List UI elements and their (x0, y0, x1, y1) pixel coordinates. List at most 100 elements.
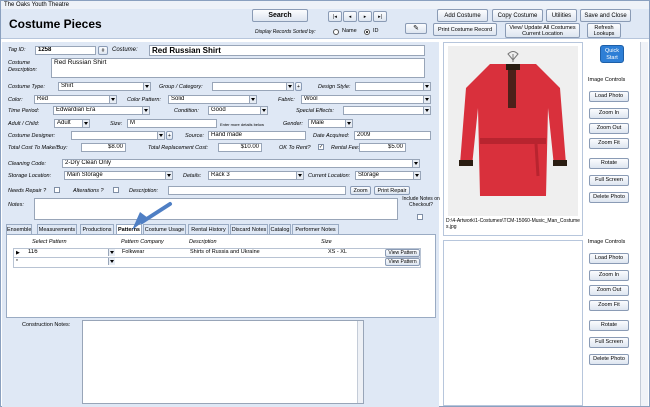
special-effects-dropdown[interactable] (343, 106, 431, 115)
include-notes-checkbox[interactable] (417, 214, 423, 220)
zoom-in-button-2[interactable]: Zoom In (589, 270, 629, 281)
tab-productions[interactable]: Productions (80, 224, 114, 234)
color-pattern-dropdown[interactable]: Solid (168, 95, 257, 104)
rotate-button-2[interactable]: Rotate (589, 320, 629, 331)
full-screen-button-2[interactable]: Full Screen (589, 337, 629, 348)
scrollbar[interactable] (357, 321, 363, 403)
nav-next-button[interactable]: ▸ (358, 11, 372, 22)
condition-dropdown[interactable]: Good (208, 106, 268, 115)
zoom-out-button[interactable]: Zoom Out (589, 123, 629, 134)
zoom-fit-button[interactable]: Zoom Fit (589, 138, 629, 149)
nav-first-button[interactable]: |◂ (328, 11, 342, 22)
tab-catalog[interactable]: Catalog (269, 224, 291, 234)
costume-type-dropdown[interactable]: Shirt (58, 82, 151, 91)
ok-to-rent-label: OK To Rent? (279, 145, 311, 151)
tab-measurements[interactable]: Measurements (37, 224, 77, 234)
tab-discard-notes[interactable]: Discard Notes (230, 224, 268, 234)
details-label: Details: (183, 173, 202, 179)
table-row[interactable]: ▶ 116 Folkwear Shirts of Russia and Ukra… (13, 248, 421, 258)
nav-prev-button[interactable]: ◂ (343, 11, 357, 22)
pencil-icon: ✎ (413, 24, 419, 32)
select-pattern-dropdown[interactable] (26, 258, 115, 266)
copy-costume-button[interactable]: Copy Costume (492, 9, 543, 22)
replacement-cost-field[interactable]: $10.00 (218, 143, 262, 152)
design-style-dropdown[interactable] (355, 82, 431, 91)
edit-button[interactable]: ✎ (405, 23, 427, 34)
quick-start-button[interactable]: Quick Start (600, 45, 624, 63)
repair-description-field[interactable] (168, 186, 346, 195)
current-location-dropdown[interactable]: Storage (355, 171, 421, 180)
sort-id-radio[interactable] (364, 29, 370, 35)
cleaning-code-dropdown[interactable]: 2-Dry Clean Only (62, 159, 420, 168)
rental-fee-field[interactable]: $5.00 (359, 143, 406, 152)
cleaning-code-label: Cleaning Code: (8, 161, 46, 167)
image-controls-label: Image Controls (588, 77, 626, 83)
delete-photo-button[interactable]: Delete Photo (589, 192, 629, 203)
color-dropdown[interactable]: Red (34, 95, 117, 104)
print-costume-record-button[interactable]: Print Costume Record (433, 23, 497, 36)
costume-description-field[interactable]: Red Russian Shirt (51, 58, 425, 78)
pointer-arrow-icon (132, 202, 172, 230)
pattern-description-cell: Shirts of Russia and Ukraine (190, 249, 260, 255)
total-cost-field[interactable]: $8.00 (81, 143, 126, 152)
zoom-out-button-2[interactable]: Zoom Out (589, 285, 629, 296)
zoom-fit-button-2[interactable]: Zoom Fit (589, 300, 629, 311)
source-field[interactable]: Hand made (208, 131, 306, 140)
col-size: Size (321, 239, 332, 245)
main-form: Tag ID: 1258 # Costume: Red Russian Shir… (2, 42, 440, 407)
utilities-button[interactable]: Utilities (546, 9, 577, 22)
col-description: Description (189, 239, 217, 245)
photo-panel: D:\4-Artwork\1-Costumes\TCM-15060-Music_… (443, 42, 583, 236)
rotate-button[interactable]: Rotate (589, 158, 629, 169)
color-pattern-label: Color Pattern: (127, 97, 161, 103)
group-category-dropdown[interactable] (212, 82, 294, 91)
total-cost-label: Total Cost To Make/Buy: (8, 145, 68, 151)
load-photo-button-2[interactable]: Load Photo (589, 253, 629, 264)
view-pattern-button[interactable]: View Pattern (385, 249, 420, 257)
load-photo-button[interactable]: Load Photo (589, 91, 629, 102)
tab-rental-history[interactable]: Rental History (188, 224, 229, 234)
add-costume-button[interactable]: Add Costume (437, 9, 488, 22)
design-style-label: Design Style: (318, 84, 351, 90)
select-pattern-dropdown[interactable]: 116 (26, 249, 115, 257)
tag-id-field[interactable]: 1258 (35, 46, 96, 55)
save-close-button[interactable]: Save and Close (580, 9, 631, 22)
repair-description-label: Description: (129, 188, 159, 194)
ok-to-rent-checkbox[interactable]: ✓ (318, 144, 324, 150)
tab-performer-notes[interactable]: Performer Notes (292, 224, 339, 234)
form-scrollbar[interactable] (640, 42, 648, 406)
designer-add-button[interactable]: + (166, 131, 173, 140)
tab-ensemble[interactable]: Ensemble (6, 224, 32, 234)
refresh-lookups-button[interactable]: Refresh Lookups (587, 23, 621, 38)
notes-field[interactable] (34, 198, 398, 220)
table-row[interactable]: * View Pattern (13, 258, 421, 268)
pattern-size-cell: XS - XL (328, 249, 347, 255)
alterations-checkbox[interactable] (113, 187, 119, 193)
view-update-locations-button[interactable]: View/ Update All Costumes Current Locati… (505, 23, 580, 38)
sort-name-radio[interactable] (333, 29, 339, 35)
gender-dropdown[interactable]: Male (308, 119, 353, 128)
search-button[interactable]: Search (252, 9, 308, 22)
view-pattern-button[interactable]: View Pattern (385, 258, 420, 266)
storage-location-dropdown[interactable]: Main Storage (64, 171, 173, 180)
tag-number-button[interactable]: # (98, 46, 108, 55)
costume-designer-dropdown[interactable] (71, 131, 165, 140)
needs-repair-checkbox[interactable] (54, 187, 60, 193)
full-screen-button[interactable]: Full Screen (589, 175, 629, 186)
date-acquired-field[interactable]: 2009 (354, 131, 431, 140)
adult-child-dropdown[interactable]: Adult (54, 119, 90, 128)
print-repair-button[interactable]: Print Repair (374, 186, 410, 195)
zoom-in-button[interactable]: Zoom In (589, 108, 629, 119)
details-dropdown[interactable]: Rack 3 (208, 171, 304, 180)
photo-path: D:\4-Artwork\1-Costumes\TCM-15060-Music_… (446, 218, 580, 230)
time-period-dropdown[interactable]: Edwardian Era (53, 106, 150, 115)
nav-last-button[interactable]: ▸| (373, 11, 387, 22)
size-field[interactable]: M (127, 119, 217, 128)
group-add-button[interactable]: + (295, 82, 302, 91)
fabric-dropdown[interactable]: Wool (301, 95, 431, 104)
costume-description-label: Costume Description: (8, 60, 38, 73)
costume-name-field[interactable]: Red Russian Shirt (149, 45, 425, 56)
construction-notes-field[interactable] (82, 320, 364, 404)
delete-photo-button-2[interactable]: Delete Photo (589, 354, 629, 365)
zoom-button[interactable]: Zoom (350, 186, 371, 195)
